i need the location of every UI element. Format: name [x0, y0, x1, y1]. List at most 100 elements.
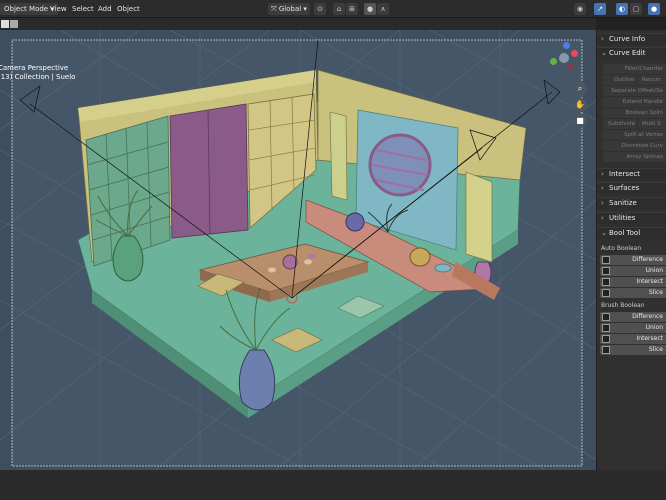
difference-icon: [602, 313, 610, 321]
chevron-right-icon: ›: [601, 184, 604, 192]
section-label: Intersect: [609, 170, 640, 178]
orientation-label: Global: [278, 5, 302, 13]
section-label: Utilities: [609, 214, 636, 222]
solid-shading-icon[interactable]: ●: [648, 3, 660, 15]
section-sanitize[interactable]: › Sanitize: [597, 197, 666, 209]
button-label: Union: [645, 267, 663, 274]
right-scroll: [465, 171, 493, 263]
difference-icon: [602, 256, 610, 264]
brush-boolean-label: Brush Boolean: [601, 302, 645, 309]
extend-handle-button[interactable]: Extend Handle: [603, 97, 666, 107]
falloff-icon[interactable]: ∧: [377, 3, 389, 15]
camera-label: Camera Perspective: [0, 64, 69, 72]
multi-button[interactable]: Multi S: [638, 119, 666, 129]
viewport-info: Camera Perspective (13) Collection | Sue…: [0, 64, 75, 82]
brush-difference-button[interactable]: Difference: [600, 312, 666, 322]
brush-slice-button[interactable]: Slice: [600, 345, 666, 355]
gold-pot: [409, 247, 431, 267]
zoom-icon[interactable]: ⌕: [573, 82, 587, 96]
blue-vase: [238, 349, 276, 411]
intersect-icon: [602, 335, 610, 343]
section-curve-info[interactable]: › Curve Info: [597, 33, 666, 45]
z-axis-icon[interactable]: [563, 42, 570, 49]
boolean-splines-button[interactable]: Boolean Splin: [603, 108, 666, 118]
chevron-right-icon: ›: [601, 35, 604, 43]
bottom-bar: [0, 470, 666, 500]
section-label: Curve Info: [609, 35, 646, 43]
orientation-icon: ⤧: [271, 5, 277, 13]
viewport-subheader: [0, 18, 596, 30]
button-label: Difference: [632, 313, 663, 320]
scene-render: [0, 30, 596, 470]
camera-view-icon[interactable]: ■: [573, 114, 587, 128]
separate-button[interactable]: Separate Offset/Se: [603, 86, 666, 96]
section-bool-tool[interactable]: ⌄ Bool Tool: [597, 227, 666, 239]
gizmo-icon[interactable]: ↗: [594, 3, 606, 15]
button-label: Intersect: [636, 335, 663, 342]
brush-intersect-button[interactable]: Intersect: [600, 334, 666, 344]
x-axis-icon[interactable]: [571, 50, 578, 57]
menu-add[interactable]: Add: [98, 3, 112, 15]
collection-label: (13) Collection | Suelo: [0, 73, 76, 81]
array-splines-button[interactable]: Array Splines: [603, 152, 666, 162]
button-label: Intersect: [636, 278, 663, 285]
button-label: Difference: [632, 256, 663, 263]
chevron-right-icon: ›: [601, 214, 604, 222]
snap-icon[interactable]: ⌂: [333, 3, 345, 15]
neg-x-icon: [568, 64, 574, 70]
sphere-vase: [345, 212, 365, 232]
menu-view[interactable]: View: [50, 3, 67, 15]
menu-select[interactable]: Select: [72, 3, 94, 15]
fillet-button[interactable]: Fillet/Chamfer: [603, 64, 666, 74]
intersect-icon: [602, 278, 610, 286]
button-label: Union: [645, 324, 663, 331]
select-mode-icon[interactable]: [10, 20, 18, 28]
xray-icon[interactable]: ▢: [630, 3, 642, 15]
viewport-header: Object Mode ▾ View Select Add Object ⤧ G…: [0, 0, 666, 18]
slice-icon: [602, 289, 610, 297]
union-icon: [602, 324, 610, 332]
button-label: Slice: [648, 289, 663, 296]
green-vase: [112, 235, 144, 282]
section-label: Surfaces: [609, 184, 640, 192]
y-axis-icon[interactable]: [550, 58, 557, 65]
auto-intersect-button[interactable]: Intersect: [600, 277, 666, 287]
brush-union-button[interactable]: Union: [600, 323, 666, 333]
transform-orientation-dropdown[interactable]: ⤧ Global ▾: [268, 3, 310, 15]
visibility-icon[interactable]: ◉: [574, 3, 586, 15]
button-label: Slice: [648, 346, 663, 353]
recursive-button[interactable]: Recurs: [638, 75, 666, 85]
auto-slice-button[interactable]: Slice: [600, 288, 666, 298]
pan-hand-icon[interactable]: ✋: [573, 98, 587, 112]
select-box-icon[interactable]: [1, 20, 9, 28]
pivot-point-icon[interactable]: ⊙: [314, 3, 326, 15]
mode-label: Object Mode: [4, 5, 49, 13]
auto-union-button[interactable]: Union: [600, 266, 666, 276]
navigation-gizmo[interactable]: [546, 42, 582, 78]
sidebar-panel: › Curve Info ⌄ Curve Edit Fillet/Chamfer O…: [596, 30, 666, 470]
section-curve-edit[interactable]: ⌄ Curve Edit: [597, 47, 666, 59]
slice-icon: [602, 346, 610, 354]
section-utilities[interactable]: › Utilities: [597, 212, 666, 224]
3d-viewport[interactable]: Camera Perspective (13) Collection | Sue…: [0, 30, 596, 470]
shelf-bowl: [434, 263, 452, 273]
section-label: Bool Tool: [609, 229, 641, 237]
menu-object[interactable]: Object: [117, 3, 140, 15]
section-surfaces[interactable]: › Surfaces: [597, 182, 666, 194]
auto-difference-button[interactable]: Difference: [600, 255, 666, 265]
proportional-edit-icon[interactable]: ●: [364, 3, 376, 15]
section-intersect[interactable]: › Intersect: [597, 168, 666, 180]
chevron-right-icon: ›: [601, 199, 604, 207]
split-vertex-button[interactable]: Split at Vertex: [603, 130, 666, 140]
section-label: Curve Edit: [609, 49, 646, 57]
gizmo-center: [559, 53, 569, 63]
subdivide-button[interactable]: Subdivide: [603, 119, 637, 129]
chevron-right-icon: ›: [601, 170, 604, 178]
discretize-button[interactable]: Discretize Curv: [603, 141, 666, 151]
snap-target-icon[interactable]: ⊞: [346, 3, 358, 15]
overlay-icon[interactable]: ◐: [616, 3, 628, 15]
chevron-down-icon: ⌄: [601, 229, 607, 237]
union-icon: [602, 267, 610, 275]
outline-button[interactable]: Outline: [603, 75, 637, 85]
chevron-down-icon: ⌄: [601, 49, 607, 57]
